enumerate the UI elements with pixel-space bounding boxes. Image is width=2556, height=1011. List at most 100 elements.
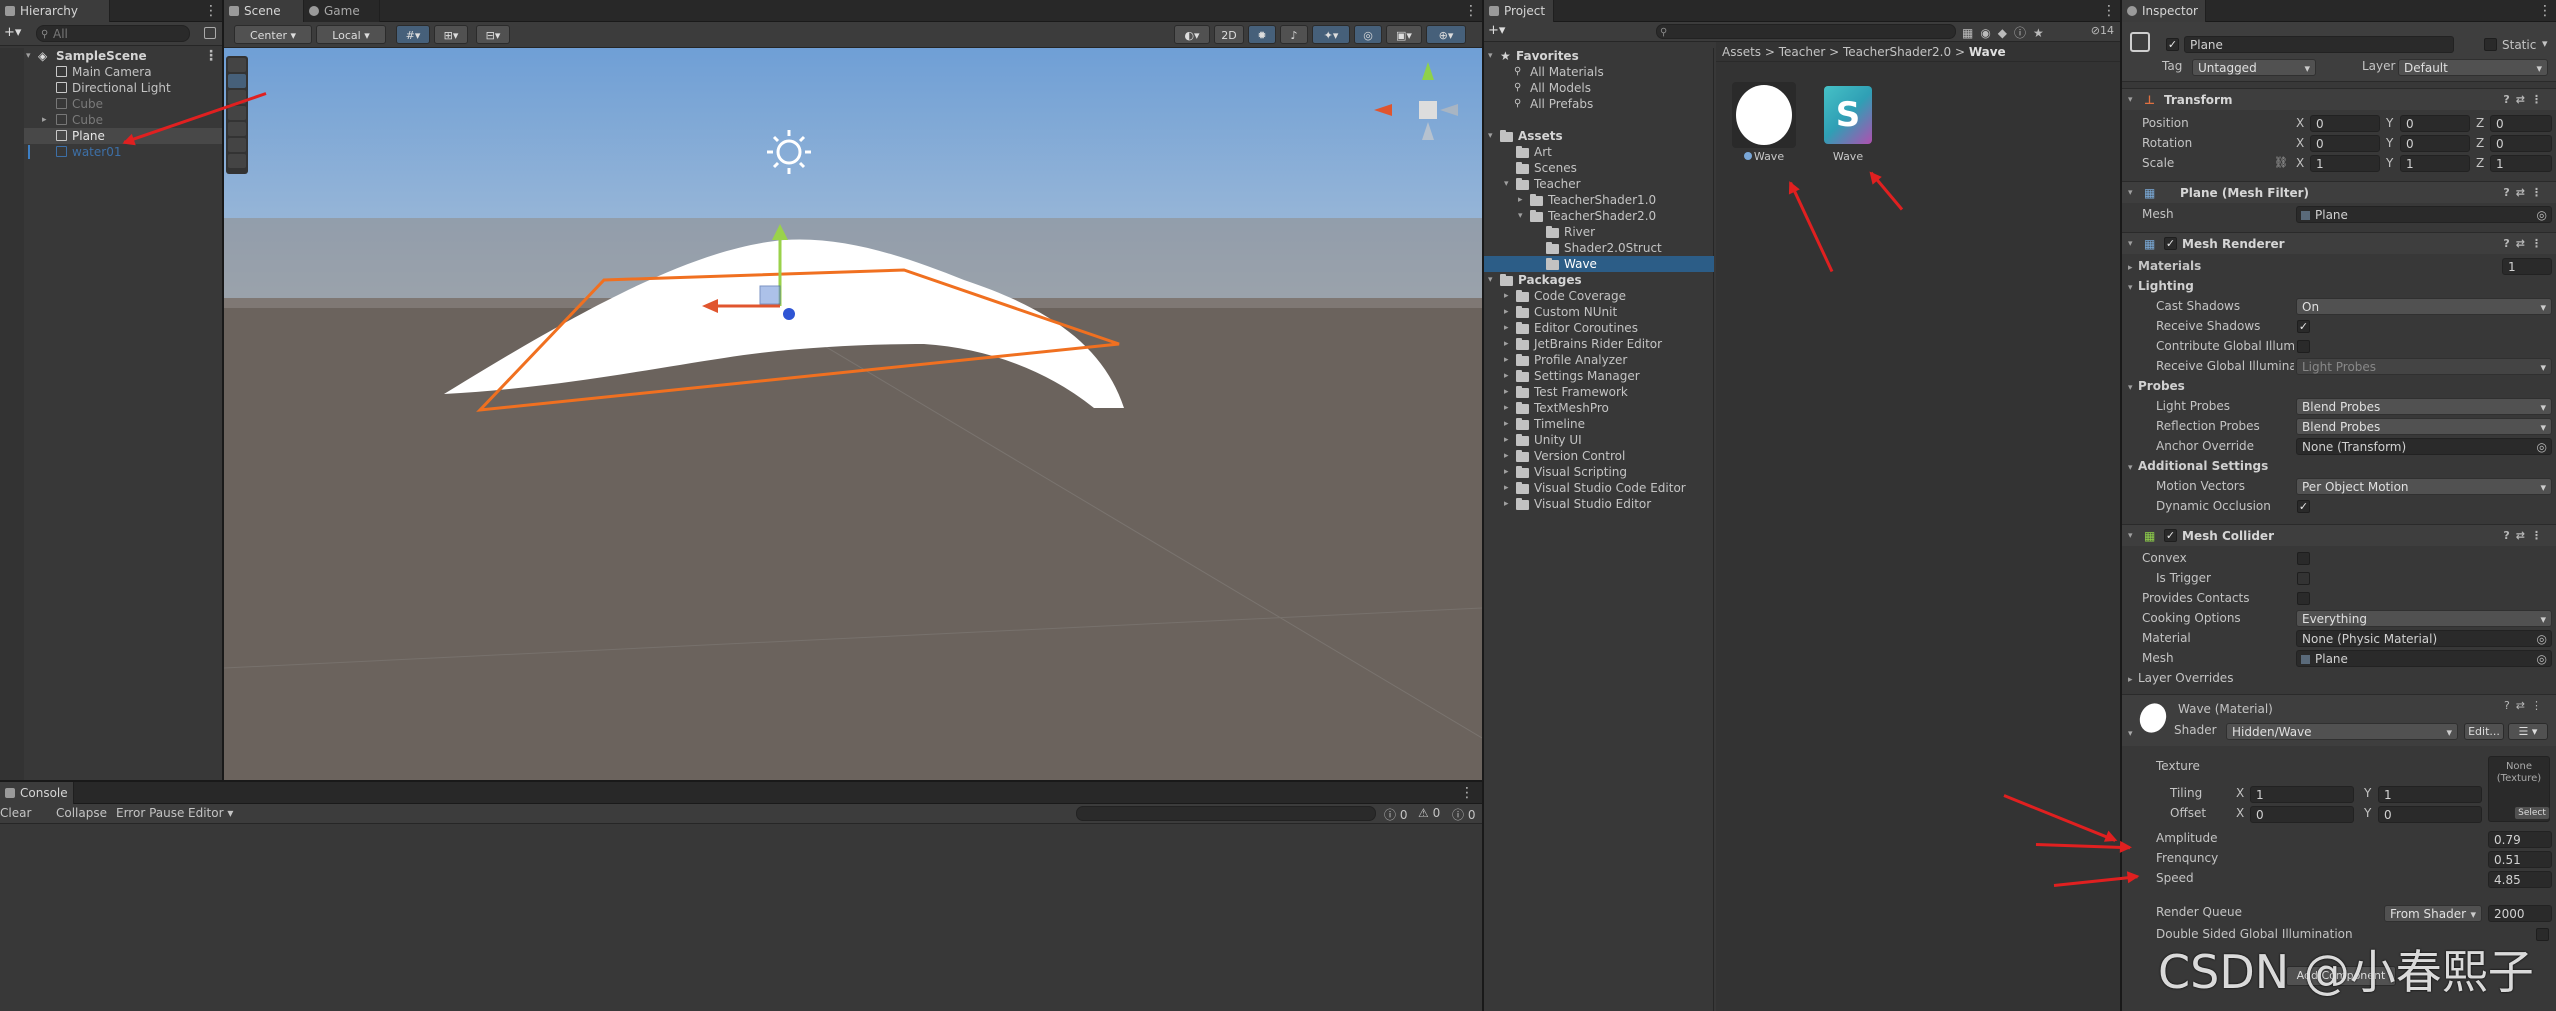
asset-tile-shader[interactable]: S Wave <box>1816 82 1880 163</box>
hierarchy-options-icon[interactable] <box>204 27 216 39</box>
tiling-y-input[interactable]: 1 <box>2378 786 2482 803</box>
expand-icon[interactable]: ▾ <box>1488 128 1498 144</box>
tree-item-package[interactable]: ▸ Code Coverage <box>1484 288 1713 304</box>
tree-item-package[interactable]: ▸ Custom NUnit <box>1484 304 1713 320</box>
speed-input[interactable]: 4.85 <box>2488 871 2552 888</box>
rotation-x-input[interactable]: 0 <box>2310 135 2380 152</box>
component-menu-icons[interactable]: ?⇄⋮ <box>2504 699 2548 712</box>
create-asset-button[interactable]: +▾ <box>1488 23 1505 38</box>
editor-dropdown[interactable]: Editor ▾ <box>188 806 233 820</box>
expand-icon[interactable]: ▸ <box>1504 432 1514 448</box>
scene-menu-icon[interactable]: ⋮ <box>1464 0 1478 22</box>
increment-snap-button[interactable]: ⊞▾ <box>434 25 468 44</box>
tree-item-art[interactable]: Art <box>1484 144 1713 160</box>
scale-z-input[interactable]: 1 <box>2490 155 2552 172</box>
expand-icon[interactable]: ▸ <box>1504 496 1514 512</box>
dynamic-occlusion-checkbox[interactable]: ✓ <box>2297 500 2310 513</box>
frenquncy-input[interactable]: 0.51 <box>2488 851 2552 868</box>
project-toolbar-icons[interactable]: ▦◉◆ⓘ★ <box>1962 24 2051 41</box>
tiling-x-input[interactable]: 1 <box>2250 786 2354 803</box>
object-picker-icon[interactable]: ◎ <box>2537 439 2547 454</box>
expand-icon[interactable]: ▾ <box>2128 460 2138 477</box>
expand-icon[interactable]: ▸ <box>1504 368 1514 384</box>
breadcrumb-item[interactable]: Teacher <box>1779 45 1826 59</box>
move-tool-icon[interactable] <box>228 74 246 88</box>
expand-icon[interactable]: ▾ <box>1488 48 1498 64</box>
component-menu-icons[interactable]: ?⇄⋮ <box>2503 525 2548 547</box>
texture-select-button[interactable]: Select <box>2514 806 2550 820</box>
amplitude-input[interactable]: 0.79 <box>2488 831 2552 848</box>
expand-icon[interactable]: ▸ <box>1504 400 1514 416</box>
double-sided-gi-checkbox[interactable] <box>2536 928 2549 941</box>
additional-settings-foldout[interactable]: ▾ Additional Settings <box>2128 458 2268 475</box>
expand-icon[interactable]: ▾ <box>26 48 36 64</box>
scale-x-input[interactable]: 1 <box>2310 155 2380 172</box>
tab-project[interactable]: Project <box>1484 0 1554 22</box>
expand-icon[interactable]: ▸ <box>1504 336 1514 352</box>
tree-item-shader2struct[interactable]: Shader2.0Struct <box>1484 240 1713 256</box>
collapse-icon[interactable]: ▾ <box>2128 89 2138 111</box>
material-list-button[interactable]: ☰ ▾ <box>2508 723 2548 740</box>
hidden-packages-count[interactable]: ⊘14 <box>2091 24 2114 37</box>
list-item-directional-light[interactable]: Directional Light <box>0 80 222 96</box>
component-menu-icons[interactable]: ?⇄⋮ <box>2503 233 2548 255</box>
component-menu-icons[interactable]: ?⇄⋮ <box>2503 89 2548 111</box>
provides-contacts-checkbox[interactable] <box>2297 592 2310 605</box>
layer-overrides-foldout[interactable]: ▸ Layer Overrides <box>2128 670 2233 687</box>
probes-foldout[interactable]: ▾ Probes <box>2128 378 2185 395</box>
object-picker-icon[interactable]: ◎ <box>2537 207 2547 222</box>
align-button[interactable]: ⊟▾ <box>476 25 510 44</box>
materials-count-input[interactable]: 1 <box>2502 258 2552 275</box>
rect-tool-icon[interactable] <box>228 122 246 136</box>
draw-mode-button[interactable]: ◐▾ <box>1174 25 1210 44</box>
object-picker-icon[interactable]: ◎ <box>2537 651 2547 666</box>
list-item-main-camera[interactable]: Main Camera <box>0 64 222 80</box>
position-z-input[interactable]: 0 <box>2490 115 2552 132</box>
light-probes-dropdown[interactable]: Blend Probes <box>2296 398 2552 415</box>
collapse-button[interactable]: Collapse <box>56 806 107 820</box>
pivot-dropdown[interactable]: Center ▾ <box>234 25 312 44</box>
enabled-checkbox[interactable]: ✓ <box>2164 529 2177 542</box>
tree-item-package[interactable]: ▸ Unity UI <box>1484 432 1713 448</box>
object-name-field[interactable]: Plane <box>2184 36 2454 53</box>
tree-item-scenes[interactable]: Scenes <box>1484 160 1713 176</box>
expand-icon[interactable]: ▸ <box>2128 260 2138 277</box>
transform-tool-icon[interactable] <box>228 138 246 152</box>
cooking-options-dropdown[interactable]: Everything <box>2296 610 2552 627</box>
tab-inspector[interactable]: Inspector <box>2122 0 2206 22</box>
scene-menu-icon[interactable]: ⋮ <box>204 48 218 64</box>
lighting-toggle-icon[interactable]: ✹ <box>1248 25 1276 44</box>
component-menu-icons[interactable]: ?⇄⋮ <box>2503 182 2548 204</box>
breadcrumb-current[interactable]: Wave <box>1969 45 2006 59</box>
contribute-gi-checkbox[interactable] <box>2297 340 2310 353</box>
scene-visibility-icon[interactable]: ◎ <box>1354 25 1382 44</box>
effects-toggle-icon[interactable]: ✦▾ <box>1312 25 1350 44</box>
edit-shader-button[interactable]: Edit... <box>2464 723 2504 740</box>
breadcrumb-item[interactable]: Assets <box>1722 45 1761 59</box>
custom-tool-icon[interactable] <box>228 154 246 168</box>
project-search-input[interactable]: ⚲ <box>1656 24 1956 39</box>
tree-item-teacher[interactable]: ▾ Teacher <box>1484 176 1713 192</box>
link-icon[interactable]: ⛓ <box>2274 156 2288 169</box>
rotation-y-input[interactable]: 0 <box>2400 135 2470 152</box>
materials-foldout[interactable]: ▸ Materials <box>2128 258 2201 275</box>
expand-icon[interactable]: ▸ <box>2128 672 2138 689</box>
list-item-cube[interactable]: Cube <box>0 96 222 112</box>
anchor-override-field[interactable]: None (Transform) ◎ <box>2296 438 2552 455</box>
expand-icon[interactable]: ▸ <box>1504 320 1514 336</box>
expand-icon[interactable]: ▸ <box>1504 384 1514 400</box>
expand-icon[interactable]: ▸ <box>1504 416 1514 432</box>
rotation-z-input[interactable]: 0 <box>2490 135 2552 152</box>
transform-header[interactable]: ▾ ⊥ Transform ?⇄⋮ <box>2122 88 2556 110</box>
static-checkbox[interactable] <box>2484 38 2497 51</box>
reflection-probes-dropdown[interactable]: Blend Probes <box>2296 418 2552 435</box>
receive-shadows-checkbox[interactable]: ✓ <box>2297 320 2310 333</box>
tree-item-package[interactable]: ▸ Test Framework <box>1484 384 1713 400</box>
tree-item-package[interactable]: ▸ JetBrains Rider Editor <box>1484 336 1713 352</box>
tree-item-river[interactable]: River <box>1484 224 1713 240</box>
collapse-icon[interactable]: ▾ <box>2128 525 2138 547</box>
toggle-2d-button[interactable]: 2D <box>1214 25 1244 44</box>
tree-item-packages[interactable]: ▾ Packages <box>1484 272 1713 288</box>
enabled-checkbox[interactable]: ✓ <box>2164 237 2177 250</box>
clear-button[interactable]: Clear <box>0 806 31 820</box>
